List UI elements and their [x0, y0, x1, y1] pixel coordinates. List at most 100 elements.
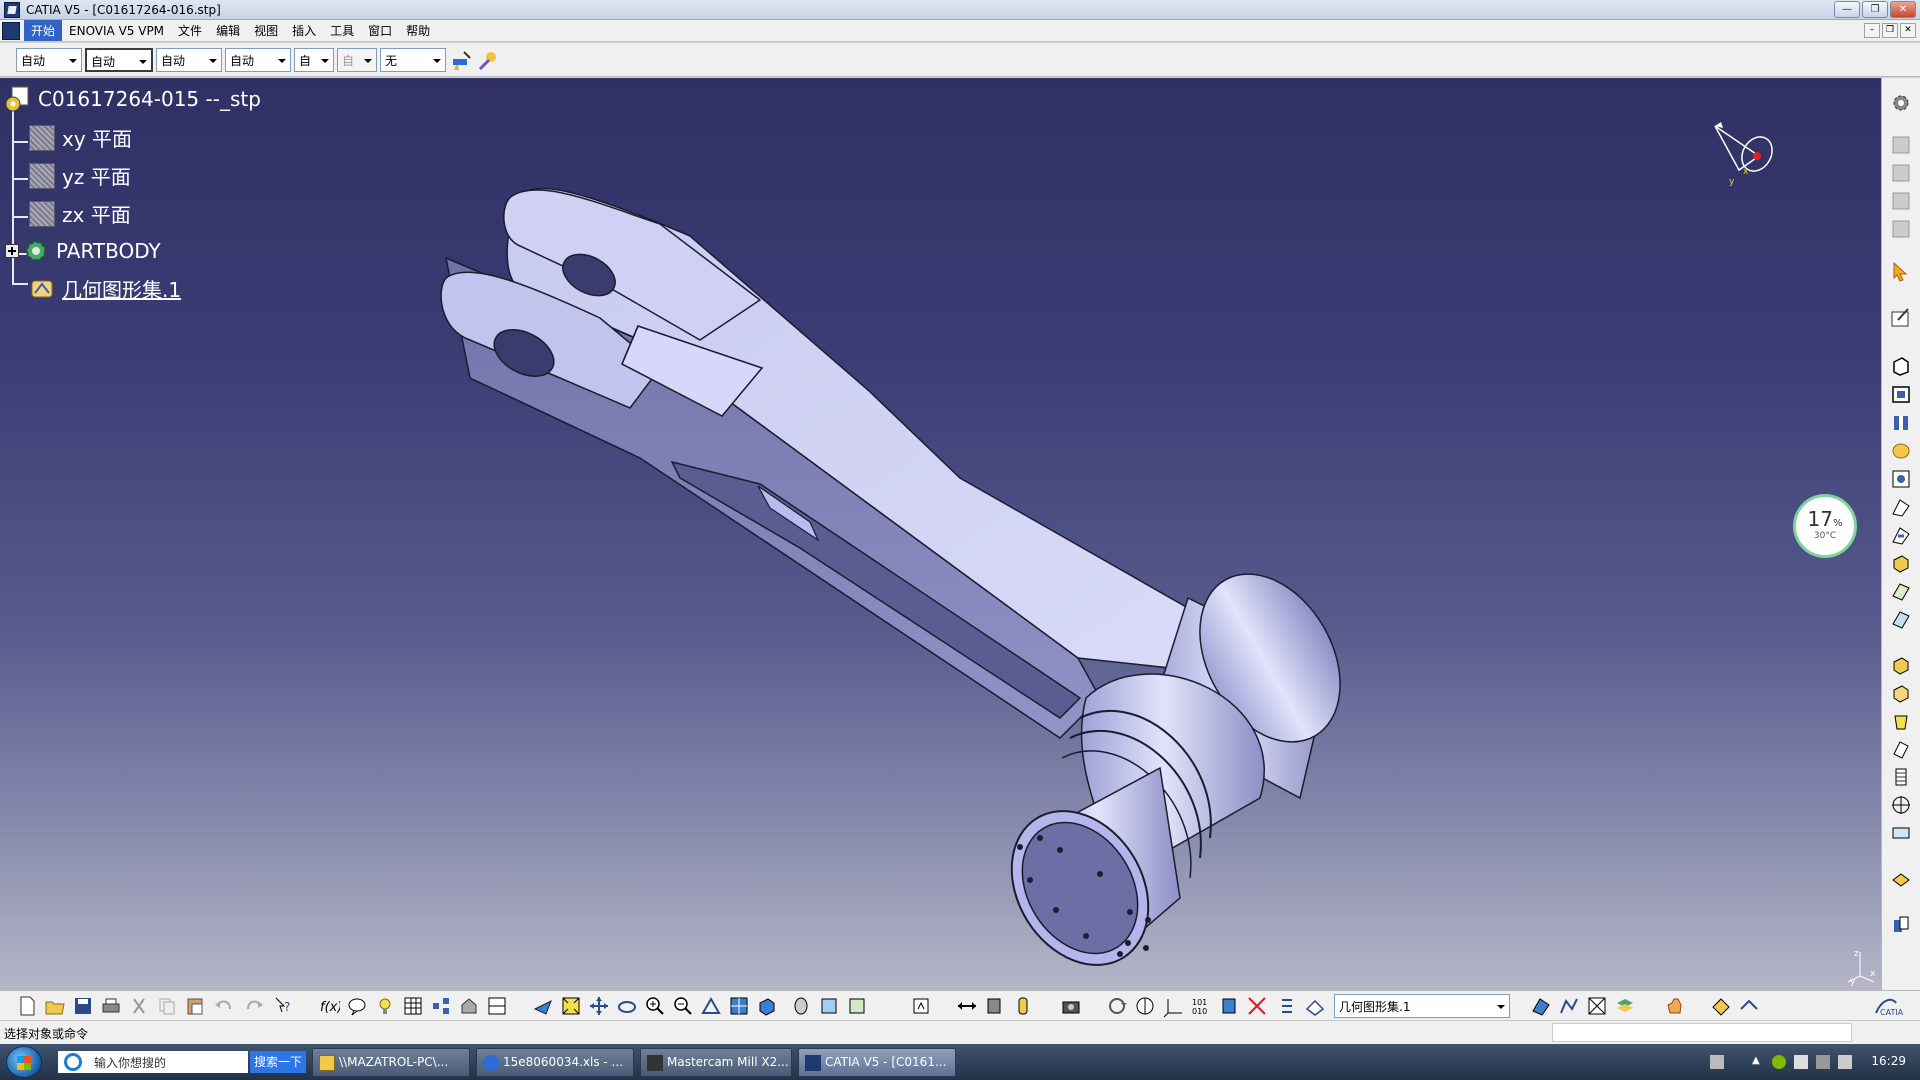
doc-close-button[interactable]: ✕ — [1900, 23, 1916, 38]
taskbar-clock[interactable]: 16:29 — [1871, 1054, 1906, 1068]
chamfer-icon[interactable] — [1890, 682, 1912, 704]
pad-icon[interactable] — [1890, 354, 1912, 376]
open-folder-icon[interactable] — [44, 995, 66, 1017]
rib-icon[interactable] — [1890, 496, 1912, 518]
sketch-disabled-icon[interactable] — [1890, 190, 1912, 212]
swap-visible-space-icon[interactable] — [846, 995, 868, 1017]
catalog-icon[interactable] — [430, 995, 452, 1017]
thickness-icon[interactable] — [1890, 822, 1912, 844]
web-network-icon[interactable] — [1586, 995, 1608, 1017]
axis-system-icon[interactable] — [1162, 995, 1184, 1017]
undo-icon[interactable] — [212, 995, 234, 1017]
pocket-icon[interactable] — [1890, 383, 1912, 405]
binary-icon[interactable]: 101010 — [1190, 995, 1212, 1017]
start-button[interactable] — [6, 1046, 42, 1078]
knowledge-advisor-icon[interactable] — [346, 995, 368, 1017]
3d-viewport[interactable]: C01617264-015 --_stp xy 平面 yz 平面 zx 平面 P… — [0, 78, 1881, 990]
list-icon[interactable] — [1276, 995, 1298, 1017]
cpu-usage-widget[interactable]: 17% 30°C — [1793, 494, 1857, 558]
graphic-properties-wizard-icon[interactable] — [476, 48, 500, 72]
curve-analysis-icon[interactable] — [1558, 995, 1580, 1017]
workbench-icon[interactable] — [1710, 995, 1732, 1017]
menu-file[interactable]: 文件 — [171, 20, 209, 41]
sketch-disabled-icon[interactable] — [1890, 218, 1912, 240]
iso-view-icon[interactable] — [756, 995, 778, 1017]
pan-icon[interactable] — [588, 995, 610, 1017]
sketcher-icon[interactable] — [1890, 306, 1912, 328]
sketch-disabled-icon[interactable] — [1890, 162, 1912, 184]
geometrical-set-combo[interactable]: 几何图形集.1 — [1334, 994, 1510, 1018]
chevron-up-icon[interactable]: ▲ — [1752, 1055, 1766, 1069]
3d-part-model[interactable] — [0, 78, 1881, 990]
point-type-combo[interactable]: 自动 — [294, 47, 334, 72]
rotate-view-icon[interactable] — [1106, 995, 1128, 1017]
doc-restore-button[interactable]: ❐ — [1882, 23, 1898, 38]
cylinder-icon[interactable] — [1218, 995, 1240, 1017]
menu-insert[interactable]: 插入 — [285, 20, 323, 41]
layer-combo[interactable]: 无 — [380, 47, 446, 72]
task-network-folder[interactable]: \\MAZATROL-PC\... — [312, 1048, 470, 1077]
update-icon[interactable] — [910, 995, 932, 1017]
grid-layout-icon[interactable] — [486, 995, 508, 1017]
capture-camera-icon[interactable] — [1060, 995, 1082, 1017]
rotate-icon[interactable] — [616, 995, 638, 1017]
draft-icon[interactable] — [1890, 710, 1912, 732]
fill-color-combo[interactable]: 自动 — [16, 47, 82, 72]
fly-mode-icon[interactable] — [532, 995, 554, 1017]
menu-edit[interactable]: 编辑 — [209, 20, 247, 41]
command-input[interactable] — [1552, 1023, 1852, 1042]
select-arrow-icon[interactable] — [1890, 260, 1912, 282]
rendering-style-combo[interactable]: 自动 — [337, 47, 377, 72]
instantiate-icon[interactable] — [458, 995, 480, 1017]
shell-icon[interactable] — [1890, 738, 1912, 760]
new-file-icon[interactable] — [16, 995, 38, 1017]
line-thickness-combo[interactable]: 自动 — [156, 47, 222, 72]
copy-icon[interactable] — [156, 995, 178, 1017]
network-icon[interactable] — [1816, 1055, 1830, 1069]
close-button[interactable]: ✕ — [1890, 1, 1916, 18]
sketch-analysis-icon[interactable] — [1530, 995, 1552, 1017]
shaft-icon[interactable] — [1890, 412, 1912, 434]
slot-icon[interactable] — [1890, 524, 1912, 546]
removed-multi-section-icon[interactable] — [1890, 608, 1912, 630]
menu-start[interactable]: 开始 — [24, 20, 63, 41]
hide-show-icon[interactable] — [818, 995, 840, 1017]
hole-icon[interactable] — [1890, 468, 1912, 490]
measure-item-icon[interactable] — [984, 995, 1006, 1017]
taskbar-search-button[interactable]: 搜索一下 — [250, 1051, 306, 1073]
format-painter-icon[interactable] — [449, 48, 473, 72]
menu-view[interactable]: 视图 — [247, 20, 285, 41]
menu-tools[interactable]: 工具 — [323, 20, 361, 41]
whats-this-help-icon[interactable]: ? — [272, 995, 294, 1017]
cut-icon[interactable] — [128, 995, 150, 1017]
keyboard-icon[interactable] — [1710, 1055, 1724, 1069]
restore-button[interactable]: ❐ — [1862, 1, 1888, 18]
task-mastercam[interactable]: Mastercam Mill X2... — [640, 1048, 792, 1077]
menu-window[interactable]: 窗口 — [361, 20, 399, 41]
paste-icon[interactable] — [184, 995, 206, 1017]
task-excel-file[interactable]: 15e8060034.xls - ... — [476, 1048, 634, 1077]
line-type-combo[interactable]: 自动 — [225, 47, 291, 72]
shading-icon[interactable] — [790, 995, 812, 1017]
multi-view-icon[interactable] — [728, 995, 750, 1017]
edge-fillet-icon[interactable] — [1890, 654, 1912, 676]
minimize-button[interactable]: — — [1834, 1, 1860, 18]
measure-inertia-icon[interactable] — [1012, 995, 1034, 1017]
multi-section-solid-icon[interactable] — [1890, 580, 1912, 602]
split-icon[interactable] — [1246, 995, 1268, 1017]
measure-axis-icon[interactable] — [1890, 794, 1912, 816]
boolean-operation-icon[interactable] — [1890, 914, 1912, 936]
fit-all-icon[interactable] — [560, 995, 582, 1017]
hand-tool-icon[interactable] — [1664, 995, 1686, 1017]
task-catia[interactable]: CATIA V5 - [C0161... — [798, 1048, 956, 1077]
thread-icon[interactable] — [1890, 766, 1912, 788]
compass-widget[interactable]: y x — [1699, 114, 1789, 194]
flag-icon[interactable] — [1794, 1055, 1808, 1069]
design-table-icon[interactable] — [402, 995, 424, 1017]
eraser-icon[interactable] — [1304, 995, 1326, 1017]
zoom-out-icon[interactable] — [672, 995, 694, 1017]
volume-icon[interactable] — [1838, 1055, 1852, 1069]
stiffener-icon[interactable] — [1890, 552, 1912, 574]
groove-icon[interactable] — [1890, 440, 1912, 462]
security-icon[interactable] — [1772, 1055, 1786, 1069]
